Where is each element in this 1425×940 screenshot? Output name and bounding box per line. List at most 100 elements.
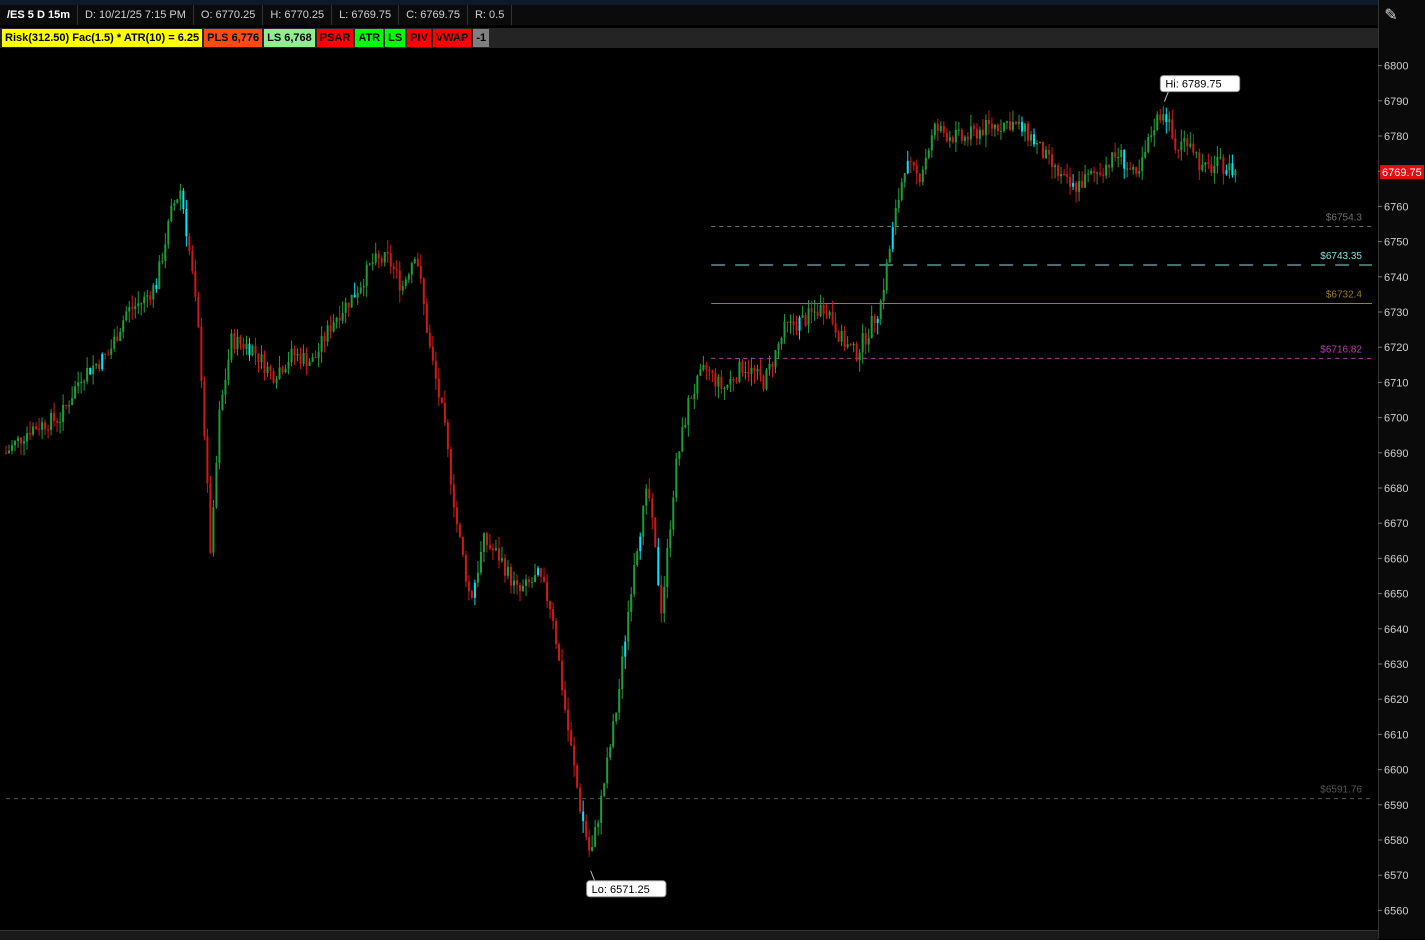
candle-body bbox=[1045, 149, 1048, 159]
axis-tick-label: 6700 bbox=[1384, 413, 1408, 425]
candle-body bbox=[1207, 162, 1210, 165]
candle-body bbox=[329, 325, 332, 332]
candle-body bbox=[720, 376, 723, 390]
candle-body bbox=[176, 199, 179, 204]
price-chart[interactable]: $6754.3 $6743.35 $6732.4 $6716.82 $6591.76 H… bbox=[0, 0, 1378, 939]
candle-body bbox=[627, 611, 630, 642]
candle-body bbox=[269, 366, 272, 372]
candle-body bbox=[654, 517, 657, 548]
candle-body bbox=[1165, 114, 1168, 123]
candle-body bbox=[275, 378, 278, 383]
candle-body bbox=[906, 160, 909, 174]
candle-body bbox=[281, 367, 284, 373]
candle-body bbox=[843, 330, 846, 348]
candle-body bbox=[8, 450, 11, 453]
candle-body bbox=[257, 353, 260, 363]
candle-body bbox=[1111, 152, 1114, 168]
candle-body bbox=[476, 572, 479, 583]
candle-body bbox=[221, 394, 224, 410]
axis-tick-label: 6670 bbox=[1384, 518, 1408, 530]
candle-body bbox=[143, 296, 146, 304]
price-level-label: $6591.76 bbox=[1320, 785, 1362, 796]
candle-body bbox=[966, 136, 969, 140]
candle-body bbox=[699, 369, 702, 376]
candle-body bbox=[771, 363, 774, 368]
candle-body bbox=[47, 429, 50, 431]
candlesticks bbox=[5, 106, 1237, 858]
hi-lo-annotations: Hi: 6789.75 Lo: 6571.25 bbox=[586, 75, 1241, 898]
candle-body bbox=[990, 123, 993, 129]
candle-body bbox=[371, 262, 374, 264]
candle-body bbox=[230, 333, 233, 360]
candle-body bbox=[182, 190, 185, 209]
candle-body bbox=[494, 548, 497, 551]
candle-body bbox=[1090, 171, 1093, 174]
candle-body bbox=[579, 787, 582, 812]
candle-body bbox=[41, 422, 44, 430]
candle-body bbox=[1008, 121, 1011, 130]
candle-body bbox=[1210, 164, 1213, 173]
candle-body bbox=[567, 709, 570, 731]
candle-body bbox=[789, 321, 792, 323]
candle-body bbox=[407, 274, 410, 280]
candle-body bbox=[446, 422, 449, 450]
axis-tick-label: 6660 bbox=[1384, 553, 1408, 565]
axis-tick-label: 6720 bbox=[1384, 342, 1408, 354]
candle-body bbox=[134, 306, 137, 309]
axis-tick-label: 6560 bbox=[1384, 905, 1408, 917]
candle-body bbox=[380, 258, 383, 263]
candle-body bbox=[497, 548, 500, 561]
candle-body bbox=[152, 284, 155, 300]
candle-body bbox=[1126, 168, 1129, 170]
candle-body bbox=[185, 208, 188, 237]
candle-body bbox=[555, 620, 558, 645]
drawing-tool-icon[interactable]: ✎ bbox=[1380, 6, 1402, 26]
candle-body bbox=[777, 343, 780, 351]
candle-body bbox=[1069, 176, 1072, 187]
price-axis-scale[interactable]: 6800679067806770676067506740673067206710… bbox=[1378, 0, 1425, 939]
candle-body bbox=[570, 730, 573, 746]
candle-body bbox=[1063, 174, 1066, 176]
candle-body bbox=[876, 318, 879, 324]
axis-tick-label: 6590 bbox=[1384, 800, 1408, 812]
candle-body bbox=[485, 533, 488, 546]
candle-body bbox=[987, 120, 990, 124]
candle-body bbox=[702, 365, 705, 370]
candle-body bbox=[413, 259, 416, 263]
candle-body bbox=[609, 746, 612, 758]
candle-body bbox=[831, 311, 834, 324]
candle-body bbox=[825, 313, 828, 316]
candle-body bbox=[729, 379, 732, 385]
candle-body bbox=[582, 811, 585, 822]
candle-body bbox=[1005, 121, 1008, 123]
candle-body bbox=[837, 332, 840, 342]
candle-body bbox=[434, 360, 437, 379]
candle-body bbox=[642, 505, 645, 537]
candle-body bbox=[810, 308, 813, 312]
candle-body bbox=[522, 585, 525, 591]
candle-body bbox=[29, 433, 32, 435]
candle-body bbox=[89, 367, 92, 375]
candle-body bbox=[56, 420, 59, 423]
candle-body bbox=[585, 821, 588, 838]
axis-tick-label: 6730 bbox=[1384, 307, 1408, 319]
candle-body bbox=[819, 304, 822, 316]
candle-body bbox=[1213, 166, 1216, 173]
candle-body bbox=[278, 367, 281, 379]
candle-body bbox=[801, 315, 804, 318]
candle-body bbox=[317, 351, 320, 358]
candle-body bbox=[26, 433, 29, 442]
candle-body bbox=[512, 580, 515, 586]
callout-leader bbox=[1163, 91, 1169, 102]
candle-body bbox=[224, 379, 227, 395]
candle-body bbox=[488, 545, 491, 549]
candle-body bbox=[290, 348, 293, 362]
candle-body bbox=[1042, 142, 1045, 159]
candle-body bbox=[179, 190, 182, 200]
candle-body bbox=[1039, 142, 1042, 144]
candle-body bbox=[218, 409, 221, 463]
candle-body bbox=[95, 363, 98, 366]
candle-body bbox=[350, 294, 353, 308]
candle-body bbox=[783, 321, 786, 338]
candle-body bbox=[870, 315, 873, 339]
